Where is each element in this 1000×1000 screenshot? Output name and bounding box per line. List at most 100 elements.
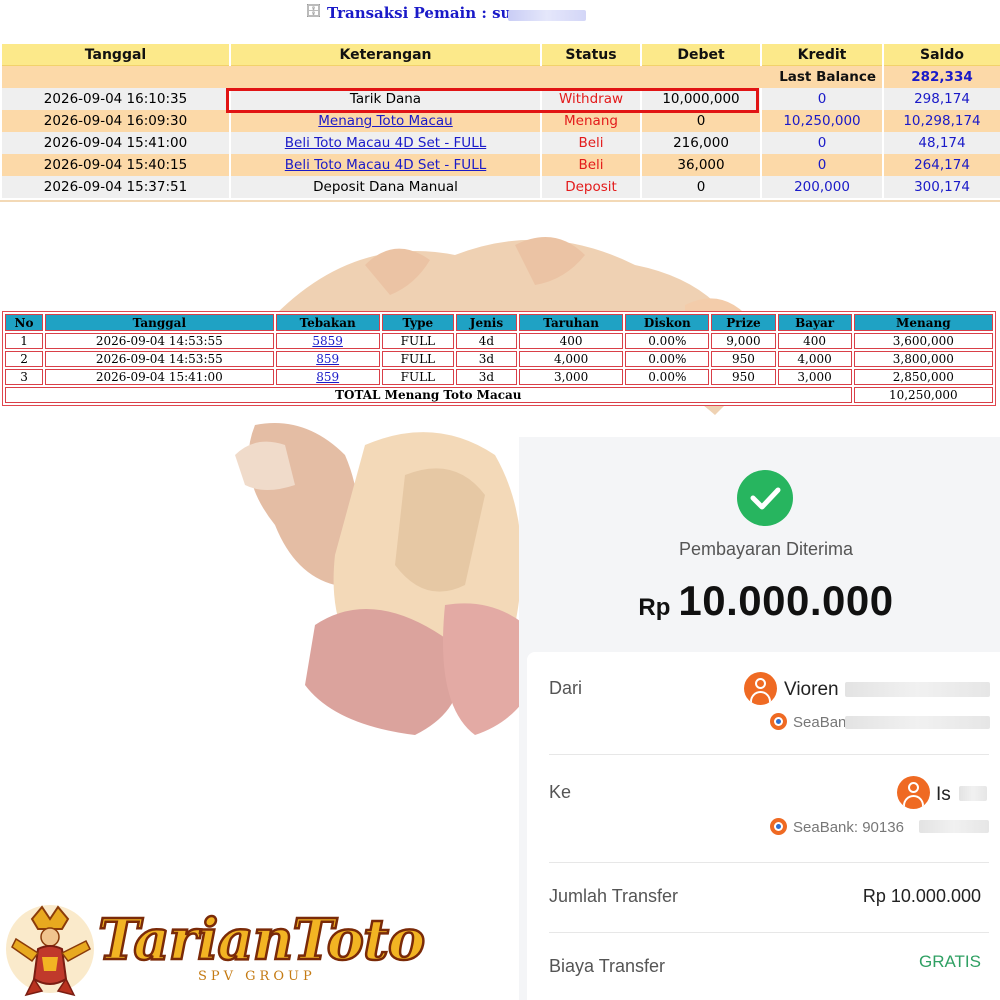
- bet-tanggal: 2026-09-04 15:41:00: [45, 369, 274, 385]
- brand-logo: TarianToto SPV GROUP: [0, 895, 426, 1000]
- tx-kredit: 10,250,000: [762, 110, 882, 132]
- bet-menang: 3,800,000: [853, 351, 993, 367]
- bet-tebakan-link[interactable]: 859: [316, 370, 339, 384]
- redacted-sender-name: [845, 682, 990, 697]
- tx-saldo: 264,174: [884, 154, 1000, 176]
- tx-status: Menang: [542, 110, 640, 132]
- bet-col-bayar: Bayar: [777, 314, 852, 331]
- bet-type: FULL: [381, 333, 454, 349]
- bet-jenis: 3d: [455, 351, 518, 367]
- transactions-header-row: Tanggal Keterangan Status Debet Kredit S…: [2, 44, 1000, 66]
- bet-type: FULL: [381, 351, 454, 367]
- bet-col-type: Type: [381, 314, 454, 331]
- logo-wordmark: TarianToto: [97, 906, 427, 975]
- tx-kredit: 0: [762, 132, 882, 154]
- tx-tanggal: 2026-09-04 16:10:35: [2, 88, 229, 110]
- bet-header-row: No Tanggal Tebakan Type Jenis Taruhan Di…: [5, 314, 993, 331]
- bet-tebakan-link[interactable]: 5859: [312, 334, 343, 348]
- tx-saldo: 298,174: [884, 88, 1000, 110]
- to-label: Ke: [549, 782, 572, 802]
- page-header: 🗄 Transaksi Pemain : su: [0, 4, 1000, 24]
- tx-kredit: 0: [762, 88, 882, 110]
- table-row: 2026-09-04 15:40:15 Beli Toto Macau 4D S…: [2, 154, 1000, 176]
- tx-tanggal: 2026-09-04 15:37:51: [2, 176, 229, 198]
- bet-jenis: 3d: [455, 369, 518, 385]
- table-row: 2 2026-09-04 14:53:55 859 FULL 3d 4,000 …: [5, 351, 993, 367]
- last-balance-value: 282,334: [884, 66, 1000, 88]
- tx-status: Beli: [542, 132, 640, 154]
- tx-keterangan-link[interactable]: Beli Toto Macau 4D Set - FULL: [285, 157, 486, 173]
- tx-debet: 0: [642, 176, 760, 198]
- bet-tebakan-cell: 859: [275, 351, 380, 367]
- table-row: 2026-09-04 15:37:51 Deposit Dana Manual …: [2, 176, 1000, 198]
- recipient-bank: SeaBank: 90136: [793, 819, 904, 836]
- tx-debet: 0: [642, 110, 760, 132]
- table-row: 3 2026-09-04 15:41:00 859 FULL 3d 3,000 …: [5, 369, 993, 385]
- page-title: Transaksi Pemain : su: [327, 4, 512, 22]
- bet-col-taruhan: Taruhan: [519, 314, 624, 331]
- transactions-table: Tanggal Keterangan Status Debet Kredit S…: [0, 44, 1000, 198]
- table-bottom-divider: [0, 200, 1000, 202]
- bet-bayar: 400: [777, 333, 852, 349]
- payment-currency: Rp: [638, 594, 671, 621]
- bet-jenis: 4d: [455, 333, 518, 349]
- bet-diskon: 0.00%: [625, 351, 710, 367]
- bet-col-tanggal: Tanggal: [45, 314, 274, 331]
- bet-total-label: TOTAL Menang Toto Macau: [5, 387, 852, 403]
- tx-tanggal: 2026-09-04 15:41:00: [2, 132, 229, 154]
- sender-bank: SeaBan: [793, 714, 847, 731]
- bet-prize: 9,000: [711, 333, 776, 349]
- payment-status-text: Pembayaran Diterima: [678, 539, 854, 559]
- bet-detail-table: No Tanggal Tebakan Type Jenis Taruhan Di…: [2, 311, 996, 406]
- col-header-status: Status: [542, 44, 640, 66]
- bet-total-row: TOTAL Menang Toto Macau 10,250,000: [5, 387, 993, 403]
- tx-keterangan-cell: Menang Toto Macau: [231, 110, 540, 132]
- payment-amount-value: 10.000.000: [678, 577, 894, 624]
- bet-menang: 3,600,000: [853, 333, 993, 349]
- bet-bayar: 4,000: [777, 351, 852, 367]
- table-row: 2026-09-04 15:41:00 Beli Toto Macau 4D S…: [2, 132, 1000, 154]
- bank-icon: [770, 713, 787, 730]
- bet-col-prize: Prize: [711, 314, 776, 331]
- bet-tebakan-link[interactable]: 859: [316, 352, 339, 366]
- bet-tanggal: 2026-09-04 14:53:55: [45, 333, 274, 349]
- tx-keterangan: Deposit Dana Manual: [231, 176, 540, 198]
- tx-saldo: 10,298,174: [884, 110, 1000, 132]
- bet-diskon: 0.00%: [625, 369, 710, 385]
- bet-no: 2: [5, 351, 44, 367]
- bet-taruhan: 3,000: [519, 369, 624, 385]
- tx-tanggal: 2026-09-04 15:40:15: [2, 154, 229, 176]
- detail-divider: [549, 754, 989, 755]
- document-icon: 🗄: [305, 4, 322, 19]
- tx-saldo: 300,174: [884, 176, 1000, 198]
- tx-saldo: 48,174: [884, 132, 1000, 154]
- bet-col-tebakan: Tebakan: [275, 314, 380, 331]
- recipient-name: Is: [936, 784, 951, 805]
- tx-keterangan-link[interactable]: Menang Toto Macau: [318, 113, 452, 129]
- bet-tebakan-cell: 859: [275, 369, 380, 385]
- tx-kredit: 200,000: [762, 176, 882, 198]
- detail-divider: [549, 862, 989, 863]
- tx-keterangan-link[interactable]: Beli Toto Macau 4D Set - FULL: [285, 135, 486, 151]
- col-header-tanggal: Tanggal: [2, 44, 229, 66]
- dancer-logo-icon: [6, 905, 94, 997]
- bet-col-jenis: Jenis: [455, 314, 518, 331]
- redacted-sender-bank: [845, 716, 990, 729]
- jumlah-transfer-label: Jumlah Transfer: [549, 886, 679, 906]
- detail-divider: [549, 932, 989, 933]
- redacted-recipient-name: [959, 786, 987, 801]
- tx-debet: 216,000: [642, 132, 760, 154]
- biaya-transfer-value: GRATIS: [918, 952, 981, 971]
- table-row: 2026-09-04 16:09:30 Menang Toto Macau Me…: [2, 110, 1000, 132]
- tx-debet: 36,000: [642, 154, 760, 176]
- tx-status: Beli: [542, 154, 640, 176]
- col-header-saldo: Saldo: [884, 44, 1000, 66]
- tx-keterangan-cell: Beli Toto Macau 4D Set - FULL: [231, 154, 540, 176]
- bet-bayar: 3,000: [777, 369, 852, 385]
- jumlah-transfer-value: Rp 10.000.000: [862, 886, 981, 906]
- bet-col-diskon: Diskon: [625, 314, 710, 331]
- table-row: 1 2026-09-04 14:53:55 5859 FULL 4d 400 0…: [5, 333, 993, 349]
- bet-total-value: 10,250,000: [853, 387, 993, 403]
- bet-type: FULL: [381, 369, 454, 385]
- bet-no: 3: [5, 369, 44, 385]
